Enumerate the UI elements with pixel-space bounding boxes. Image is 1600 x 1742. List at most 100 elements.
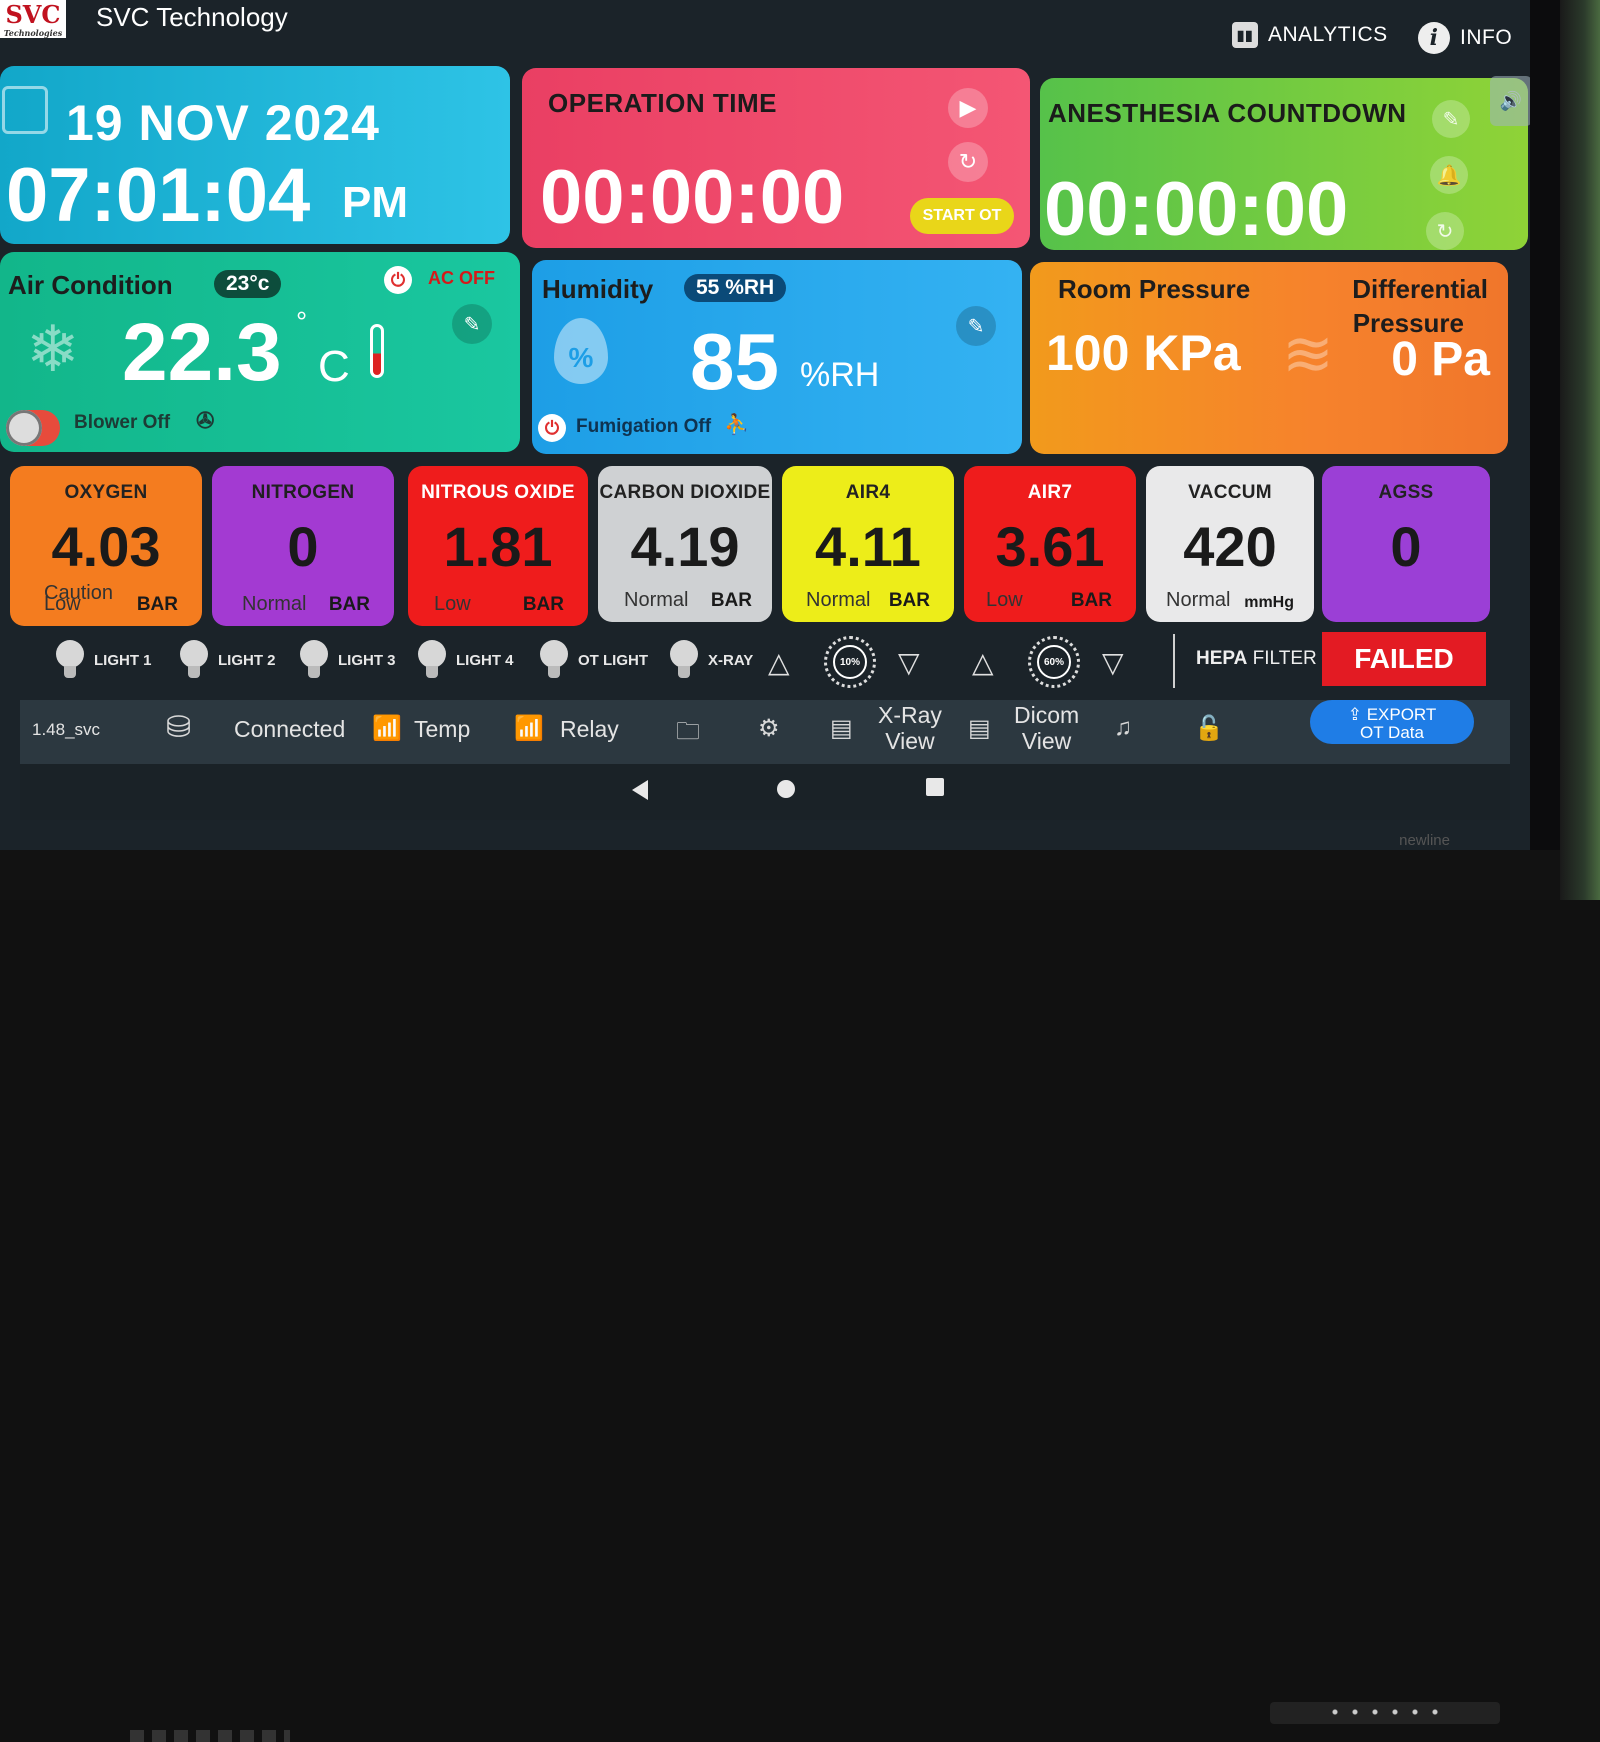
lighting-controls: LIGHT 1 LIGHT 2 LIGHT 3 LIGHT 4 OT LIGHT… (0, 630, 1530, 694)
play-icon[interactable]: ▶ (948, 88, 988, 128)
fumigation-power-icon[interactable]: ⏻ (538, 414, 566, 442)
gas-name: AGSS (1378, 482, 1434, 503)
gas-tile-air4[interactable]: AIR4 4.11 Normal BAR (782, 466, 954, 622)
gas-name: NITROUS OXIDE (421, 482, 575, 503)
blower-toggle[interactable] (6, 410, 60, 446)
start-ot-button[interactable]: START OT (910, 198, 1014, 234)
gas-value: 4.03 (51, 515, 161, 578)
operation-time-card: OPERATION TIME 00:00:00 ▶ ↻ START OT (522, 68, 1030, 248)
gas-tile-nitrogen[interactable]: NITROGEN 0 Normal BAR (212, 466, 394, 626)
info-label: INFO (1460, 26, 1513, 49)
dicom-view-button[interactable]: Dicom View (1014, 702, 1079, 754)
edit-icon[interactable]: ✎ (956, 306, 996, 346)
home-icon[interactable] (777, 780, 795, 798)
hepa-text: FILTER (1252, 648, 1317, 669)
xray-view-line2: View (885, 728, 935, 754)
top-bar: SVC Technologies SVC Technology ▮▮ ANALYT… (0, 0, 1530, 58)
folder-search-icon[interactable]: 🗀 (676, 714, 700, 755)
dial-value: 60% (1037, 645, 1071, 679)
reset-icon[interactable]: ↻ (948, 142, 988, 182)
gas-tile-nitrous-oxide[interactable]: NITROUS OXIDE 1.81 Low BAR (408, 466, 588, 626)
gas-name: NITROGEN (251, 482, 355, 503)
gas-status: Low (986, 589, 1023, 611)
recent-apps-icon[interactable] (926, 778, 944, 796)
degree-symbol: ° (296, 306, 308, 337)
brightness-down-icon[interactable]: ▽ (1102, 646, 1124, 679)
upload-icon: ⇪ (1347, 705, 1362, 724)
gas-unit: BAR (888, 590, 930, 611)
ac-setpoint-badge[interactable]: 23°c (214, 270, 282, 298)
gas-value: 4.19 (630, 515, 740, 578)
brightness-down-icon[interactable]: ▽ (898, 646, 920, 679)
brightness-dial-1[interactable]: 10% (824, 636, 876, 688)
gas-unit: BAR (136, 594, 178, 615)
x-ray-button[interactable]: X-RAY (670, 640, 753, 680)
gas-status: Normal (1166, 589, 1231, 611)
calendar-icon (2, 86, 48, 134)
hepa-status-badge: FAILED (1322, 632, 1486, 686)
gas-tile-carbon-dioxide[interactable]: CARBON DIOXIDE 4.19 Normal BAR (598, 466, 772, 622)
dial-value: 10% (833, 645, 867, 679)
humidity-unit: %RH (800, 356, 880, 394)
unlock-icon[interactable]: 🔓 (1194, 714, 1224, 743)
light-3-button[interactable]: LIGHT 3 (300, 640, 396, 680)
bulb-icon (56, 640, 84, 680)
gear-icon[interactable]: ⚙ (758, 714, 780, 743)
current-time: 07:01:04 (6, 153, 311, 238)
speaker-icon[interactable]: 🔊 (1490, 76, 1530, 126)
back-icon[interactable] (632, 780, 648, 800)
gas-unit: BAR (522, 594, 564, 615)
brightness-dial-2[interactable]: 60% (1028, 636, 1080, 688)
gas-tile-vaccum[interactable]: VACCUM 420 Normal mmHg (1146, 466, 1314, 622)
diff-title-line1: Differential (1352, 274, 1488, 304)
air-waves-icon: ≋ (1282, 320, 1334, 389)
wifi-icon: 📶 (514, 715, 544, 742)
xray-view-button[interactable]: X-Ray View (878, 702, 942, 754)
gas-value: 420 (1183, 515, 1277, 578)
ot-light-button[interactable]: OT LIGHT (540, 640, 648, 680)
edit-icon[interactable]: ✎ (452, 304, 492, 344)
humidity-setpoint-badge[interactable]: 55 %RH (684, 274, 787, 302)
monitor-brand: newline (1399, 832, 1450, 849)
gas-tile-agss[interactable]: AGSS 0 (1322, 466, 1490, 622)
bell-icon[interactable]: 🔔 (1430, 156, 1468, 194)
gas-tile-air7[interactable]: AIR7 3.61 Low BAR (964, 466, 1136, 622)
svc-logo: SVC Technologies (0, 0, 66, 38)
export-ot-data-button[interactable]: ⇪ EXPORT OT Data (1310, 700, 1474, 744)
light-label: LIGHT 4 (456, 651, 514, 669)
fumigation-status: Fumigation Off (576, 416, 712, 437)
screen: SVC Technologies SVC Technology ▮▮ ANALYT… (0, 0, 1530, 850)
gas-name: AIR7 (1027, 482, 1073, 503)
ampm-indicator: PM (342, 178, 408, 227)
brightness-up-icon[interactable]: △ (972, 646, 994, 679)
gas-tile-oxygen[interactable]: OXYGEN 4.03 Caution Low BAR (10, 466, 202, 626)
gas-name: VACCUM (1188, 482, 1272, 503)
gas-status: Normal (242, 593, 307, 615)
bulb-icon (180, 640, 208, 680)
anesthesia-title: ANESTHESIA COUNTDOWN (1048, 98, 1407, 128)
ac-power-icon[interactable]: ⏻ (384, 266, 412, 294)
differential-pressure-value: 0 Pa (1391, 333, 1490, 386)
gas-value: 3.61 (995, 515, 1105, 578)
ac-status: AC OFF (428, 268, 495, 288)
xray-view-icon[interactable]: ▤ (830, 714, 853, 743)
gas-unit: BAR (328, 594, 370, 615)
light-label: X-RAY (708, 651, 754, 669)
light-1-button[interactable]: LIGHT 1 (56, 640, 152, 680)
dicom-view-icon[interactable]: ▤ (968, 714, 991, 743)
gas-value: 4.11 (815, 515, 921, 578)
music-icon[interactable]: ♫ (1114, 714, 1132, 742)
info-button[interactable]: i INFO (1418, 22, 1512, 54)
edit-icon[interactable]: ✎ (1432, 100, 1470, 138)
version-text: 1.48_svc (32, 720, 101, 739)
gas-status: Low (434, 593, 471, 615)
reset-icon[interactable]: ↻ (1426, 212, 1464, 250)
brightness-up-icon[interactable]: △ (768, 646, 790, 679)
humidity-card: Humidity 55 %RH % 85 %RH ✎ ⏻ Fumigation … (532, 260, 1022, 454)
gas-unit: BAR (1070, 590, 1112, 611)
analytics-button[interactable]: ▮▮ ANALYTICS (1232, 22, 1388, 48)
indicator-lights (1325, 1709, 1445, 1715)
light-4-button[interactable]: LIGHT 4 (418, 640, 514, 680)
light-2-button[interactable]: LIGHT 2 (180, 640, 276, 680)
background-edge (1560, 0, 1600, 900)
